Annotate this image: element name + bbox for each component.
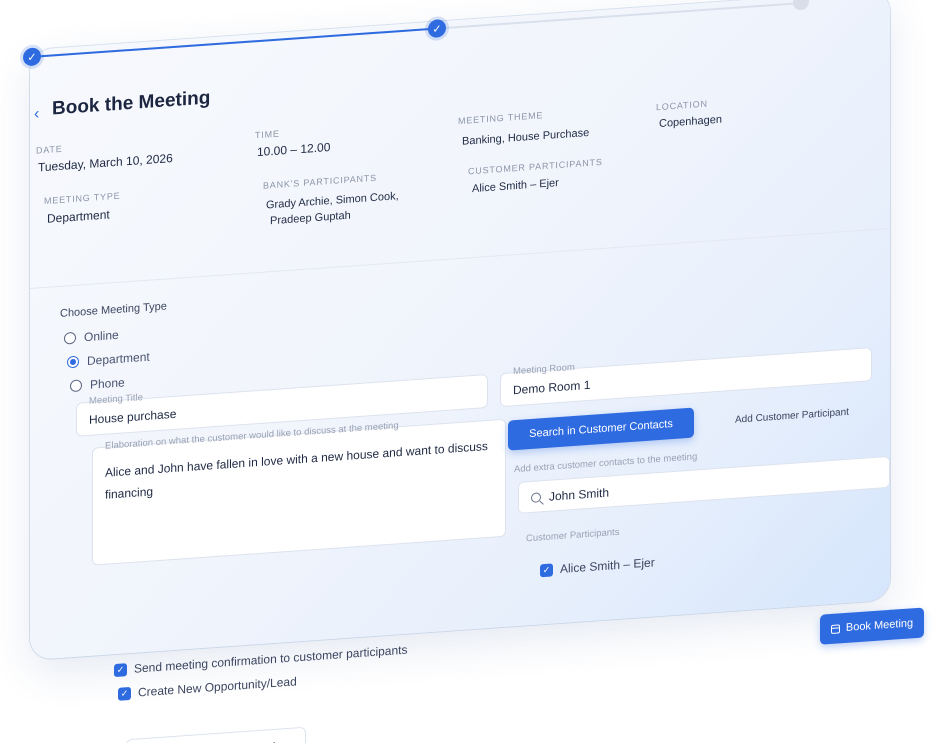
radio-department-circle[interactable]: [67, 355, 79, 369]
time-value: 10.00 – 12.00: [257, 139, 331, 160]
send-confirmation-check-icon[interactable]: ✓: [114, 663, 127, 678]
step-3-circle[interactable]: [793, 0, 809, 11]
radio-online-circle[interactable]: [64, 331, 76, 345]
tab-search-customer-contacts[interactable]: Search in Customer Contacts: [508, 407, 694, 451]
create-lead-check-icon[interactable]: ✓: [118, 686, 131, 701]
progress-fill: [32, 27, 437, 58]
calendar-icon: [830, 623, 840, 634]
customer-participants-label: CUSTOMER PARTICIPANTS: [468, 156, 603, 177]
elaboration-textarea[interactable]: Elaboration on what the customer would l…: [92, 418, 506, 566]
choose-type-label: Choose Meeting Type: [60, 300, 167, 320]
meeting-title-value: House purchase: [89, 406, 177, 427]
meeting-room-label: Meeting Room: [513, 361, 575, 378]
theme-value: Banking, House Purchase: [462, 126, 590, 148]
tab-add-customer-participant[interactable]: Add Customer Participant: [706, 395, 878, 437]
create-lead-label: Create New Opportunity/Lead: [138, 674, 297, 700]
location-value: Copenhagen: [659, 113, 723, 131]
booking-card: ✓ ✓ ‹ Book the Meeting DATE Tuesday, Mar…: [23, 0, 924, 743]
date-label: DATE: [36, 143, 63, 156]
divider: [30, 227, 890, 289]
location-label: LOCATION: [656, 98, 708, 113]
theme-label: MEETING THEME: [458, 110, 544, 127]
meeting-type-label: MEETING TYPE: [44, 190, 121, 207]
book-meeting-label: Book Meeting: [845, 617, 914, 634]
meeting-room-value: Demo Room 1: [513, 377, 591, 398]
participant-name: Alice Smith – Ejer: [560, 555, 655, 576]
step-1-check-icon[interactable]: ✓: [23, 47, 41, 67]
radio-department-label: Department: [87, 349, 150, 369]
page-title: Book the Meeting: [52, 87, 211, 120]
chevron-left-icon[interactable]: ‹: [34, 105, 39, 123]
radio-online[interactable]: Online: [64, 328, 119, 346]
radio-phone[interactable]: Phone: [70, 375, 125, 393]
bank-participants-label: BANK'S PARTICIPANTS: [263, 172, 377, 191]
participant-checkbox-check-icon[interactable]: ✓: [540, 563, 553, 578]
contact-search-value: John Smith: [549, 485, 610, 504]
meeting-title-label: Meeting Title: [89, 392, 143, 407]
search-icon: [531, 492, 541, 503]
time-label: TIME: [255, 128, 280, 141]
customer-participants-value: Alice Smith – Ejer: [472, 177, 559, 196]
send-confirmation-label: Send meeting confirmation to customer pa…: [134, 642, 408, 676]
customer-participants-hint: Customer Participants: [526, 526, 620, 545]
radio-online-label: Online: [84, 327, 119, 345]
book-meeting-button[interactable]: Book Meeting: [820, 607, 924, 645]
stage: ✓ ✓ ‹ Book the Meeting DATE Tuesday, Mar…: [0, 0, 942, 743]
radio-department[interactable]: Department: [67, 350, 150, 370]
choose-different-meeting-button[interactable]: Choose a Different Meeting: [126, 726, 306, 743]
radio-phone-circle[interactable]: [70, 379, 82, 393]
radio-phone-label: Phone: [90, 375, 125, 392]
meeting-type-value: Department: [47, 207, 110, 226]
step-2-check-icon[interactable]: ✓: [428, 18, 446, 39]
